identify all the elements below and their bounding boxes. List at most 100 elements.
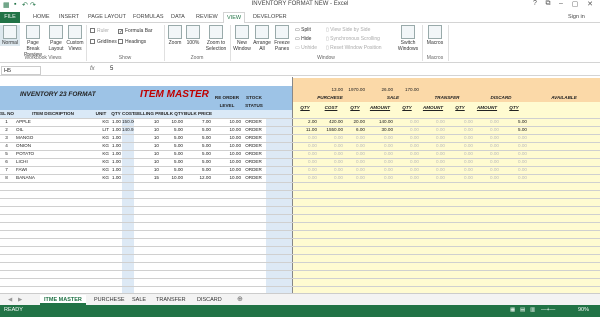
table-cell[interactable]: 10 (134, 118, 160, 126)
transaction-cell[interactable]: 1550.00 (318, 126, 344, 134)
table-cell[interactable]: 10 (134, 158, 160, 166)
sub-header[interactable]: AMOUNT (420, 104, 446, 112)
table-cell[interactable]: 10 (134, 166, 160, 174)
table-cell[interactable]: 10 (134, 134, 160, 142)
table-cell[interactable]: 5.00 (184, 126, 212, 134)
table-cell[interactable]: 10 (134, 126, 160, 134)
table-cell[interactable] (122, 134, 134, 142)
column-header[interactable]: UNIT (92, 110, 110, 118)
tab-file[interactable]: FILE (0, 12, 20, 23)
table-cell[interactable]: 1.00 (110, 142, 122, 150)
section-header[interactable]: AVAILABLE (528, 94, 600, 102)
table-cell[interactable]: 3 (0, 134, 14, 142)
table-cell[interactable]: 15 (134, 174, 160, 182)
reset-window-position-button[interactable]: ▯ Reset Window Position (326, 45, 382, 51)
table-cell[interactable]: 10.00 (160, 174, 184, 182)
sign-in-link[interactable]: Sign in (565, 12, 588, 23)
transaction-cell[interactable]: 0.00 (318, 142, 344, 150)
transaction-cell[interactable]: 5.00 (500, 118, 528, 126)
table-cell[interactable]: KG (92, 174, 110, 182)
transaction-cell[interactable]: 0.00 (318, 174, 344, 182)
table-cell[interactable]: KG (92, 134, 110, 142)
table-cell[interactable]: 5.00 (160, 142, 184, 150)
table-cell[interactable]: 7.00 (184, 118, 212, 126)
minimize-button[interactable]: – (554, 0, 568, 11)
table-cell[interactable]: 10.00 (212, 126, 242, 134)
switch-windows-button[interactable]: Switch Windows (396, 25, 420, 52)
split-button[interactable]: ▭ Split (295, 27, 311, 33)
table-cell[interactable]: 1.00 (110, 150, 122, 158)
table-cell[interactable]: 1.00 (110, 166, 122, 174)
gridlines-checkbox[interactable]: Gridlines (90, 39, 117, 45)
sheet-tab-transfer[interactable]: TRANSFER (152, 295, 190, 305)
table-cell[interactable]: 5.00 (184, 150, 212, 158)
transaction-cell[interactable]: 0.00 (446, 142, 474, 150)
sheet-tab-discard[interactable]: DISCARD (193, 295, 226, 305)
transaction-cell[interactable]: 0.00 (474, 118, 500, 126)
sheet-tab-purchese[interactable]: PURCHESE (90, 295, 129, 305)
tab-insert[interactable]: INSERT (56, 12, 82, 23)
table-cell[interactable]: 10.00 (160, 118, 184, 126)
transaction-cell[interactable]: 0.00 (394, 166, 420, 174)
table-cell[interactable]: 2 (0, 126, 14, 134)
zoom-slider[interactable]: —+— (541, 307, 555, 313)
new-window-button[interactable]: New Window (232, 25, 252, 52)
formula-bar-checkbox[interactable]: ✓ Formula Bar (118, 28, 153, 35)
transaction-cell[interactable]: 0.00 (292, 142, 318, 150)
sub-header[interactable]: QTY (394, 104, 420, 112)
table-cell[interactable]: APPLE (14, 118, 92, 126)
table-cell[interactable]: 10.00 (212, 166, 242, 174)
transaction-cell[interactable]: 0.00 (420, 150, 446, 158)
table-cell[interactable]: ORDER (242, 118, 266, 126)
sub-header[interactable]: AMOUNT (366, 104, 394, 112)
worksheet-grid[interactable]: INVENTORY 23 FORMAT ITEM MASTER SL NO ITE… (0, 77, 600, 293)
transaction-cell[interactable]: 0.00 (446, 174, 474, 182)
page-break-preview-button[interactable]: Page Break Preview (21, 25, 45, 58)
transaction-cell[interactable]: 0.00 (446, 150, 474, 158)
transaction-cell[interactable]: 0.00 (394, 134, 420, 142)
fx-icon[interactable]: fx (90, 66, 95, 72)
table-cell[interactable]: 10.00 (212, 118, 242, 126)
transaction-cell[interactable]: 0.00 (420, 174, 446, 182)
table-cell[interactable] (122, 150, 134, 158)
table-cell[interactable]: ORDER (242, 158, 266, 166)
table-cell[interactable]: 5.00 (184, 142, 212, 150)
zoom-to-selection-button[interactable]: Zoom to Selection (203, 25, 229, 52)
table-cell[interactable]: ORDER (242, 126, 266, 134)
transaction-cell[interactable]: 0.00 (474, 142, 500, 150)
column-header[interactable]: QTY (110, 110, 122, 118)
transaction-cell[interactable]: 0.00 (500, 150, 528, 158)
transaction-cell[interactable]: 0.00 (292, 158, 318, 166)
transaction-cell[interactable]: 0.00 (446, 134, 474, 142)
custom-views-button[interactable]: Custom Views (66, 25, 84, 52)
transaction-cell[interactable]: 0.00 (474, 134, 500, 142)
sub-header[interactable]: QTY (344, 104, 366, 112)
table-cell[interactable]: 1.00 (110, 134, 122, 142)
transaction-cell[interactable]: 30.00 (366, 126, 394, 134)
transaction-cell[interactable]: 0.00 (474, 150, 500, 158)
transaction-cell[interactable]: 0.00 (344, 142, 366, 150)
transaction-cell[interactable]: 0.00 (446, 118, 474, 126)
transaction-cell[interactable]: 0.00 (500, 166, 528, 174)
transaction-cell[interactable]: 0.00 (474, 174, 500, 182)
transaction-cell[interactable]: 0.00 (366, 174, 394, 182)
total-value[interactable]: 1970.00 (344, 86, 366, 94)
table-cell[interactable]: 1.00 (110, 126, 122, 134)
transaction-cell[interactable]: 0.00 (344, 134, 366, 142)
transaction-cell[interactable]: 0.00 (366, 134, 394, 142)
transaction-cell[interactable]: 0.00 (394, 126, 420, 134)
transaction-cell[interactable]: 0.00 (344, 166, 366, 174)
table-cell[interactable]: LICHI (14, 158, 92, 166)
tab-developer[interactable]: DEVELOPER (250, 12, 290, 23)
table-cell[interactable]: 8 (0, 174, 14, 182)
transaction-cell[interactable]: 0.00 (446, 126, 474, 134)
table-cell[interactable]: FAWI (14, 166, 92, 174)
column-header[interactable]: STOCK STATUS (242, 94, 266, 118)
table-cell[interactable]: KG (92, 150, 110, 158)
table-cell[interactable]: KG (92, 166, 110, 174)
transaction-cell[interactable]: 0.00 (292, 134, 318, 142)
formula-input[interactable]: 5 (110, 66, 113, 72)
page-layout-view-icon[interactable]: ▤ (520, 307, 525, 313)
table-cell[interactable]: 140.91 (122, 126, 134, 134)
table-cell[interactable]: KG (92, 158, 110, 166)
